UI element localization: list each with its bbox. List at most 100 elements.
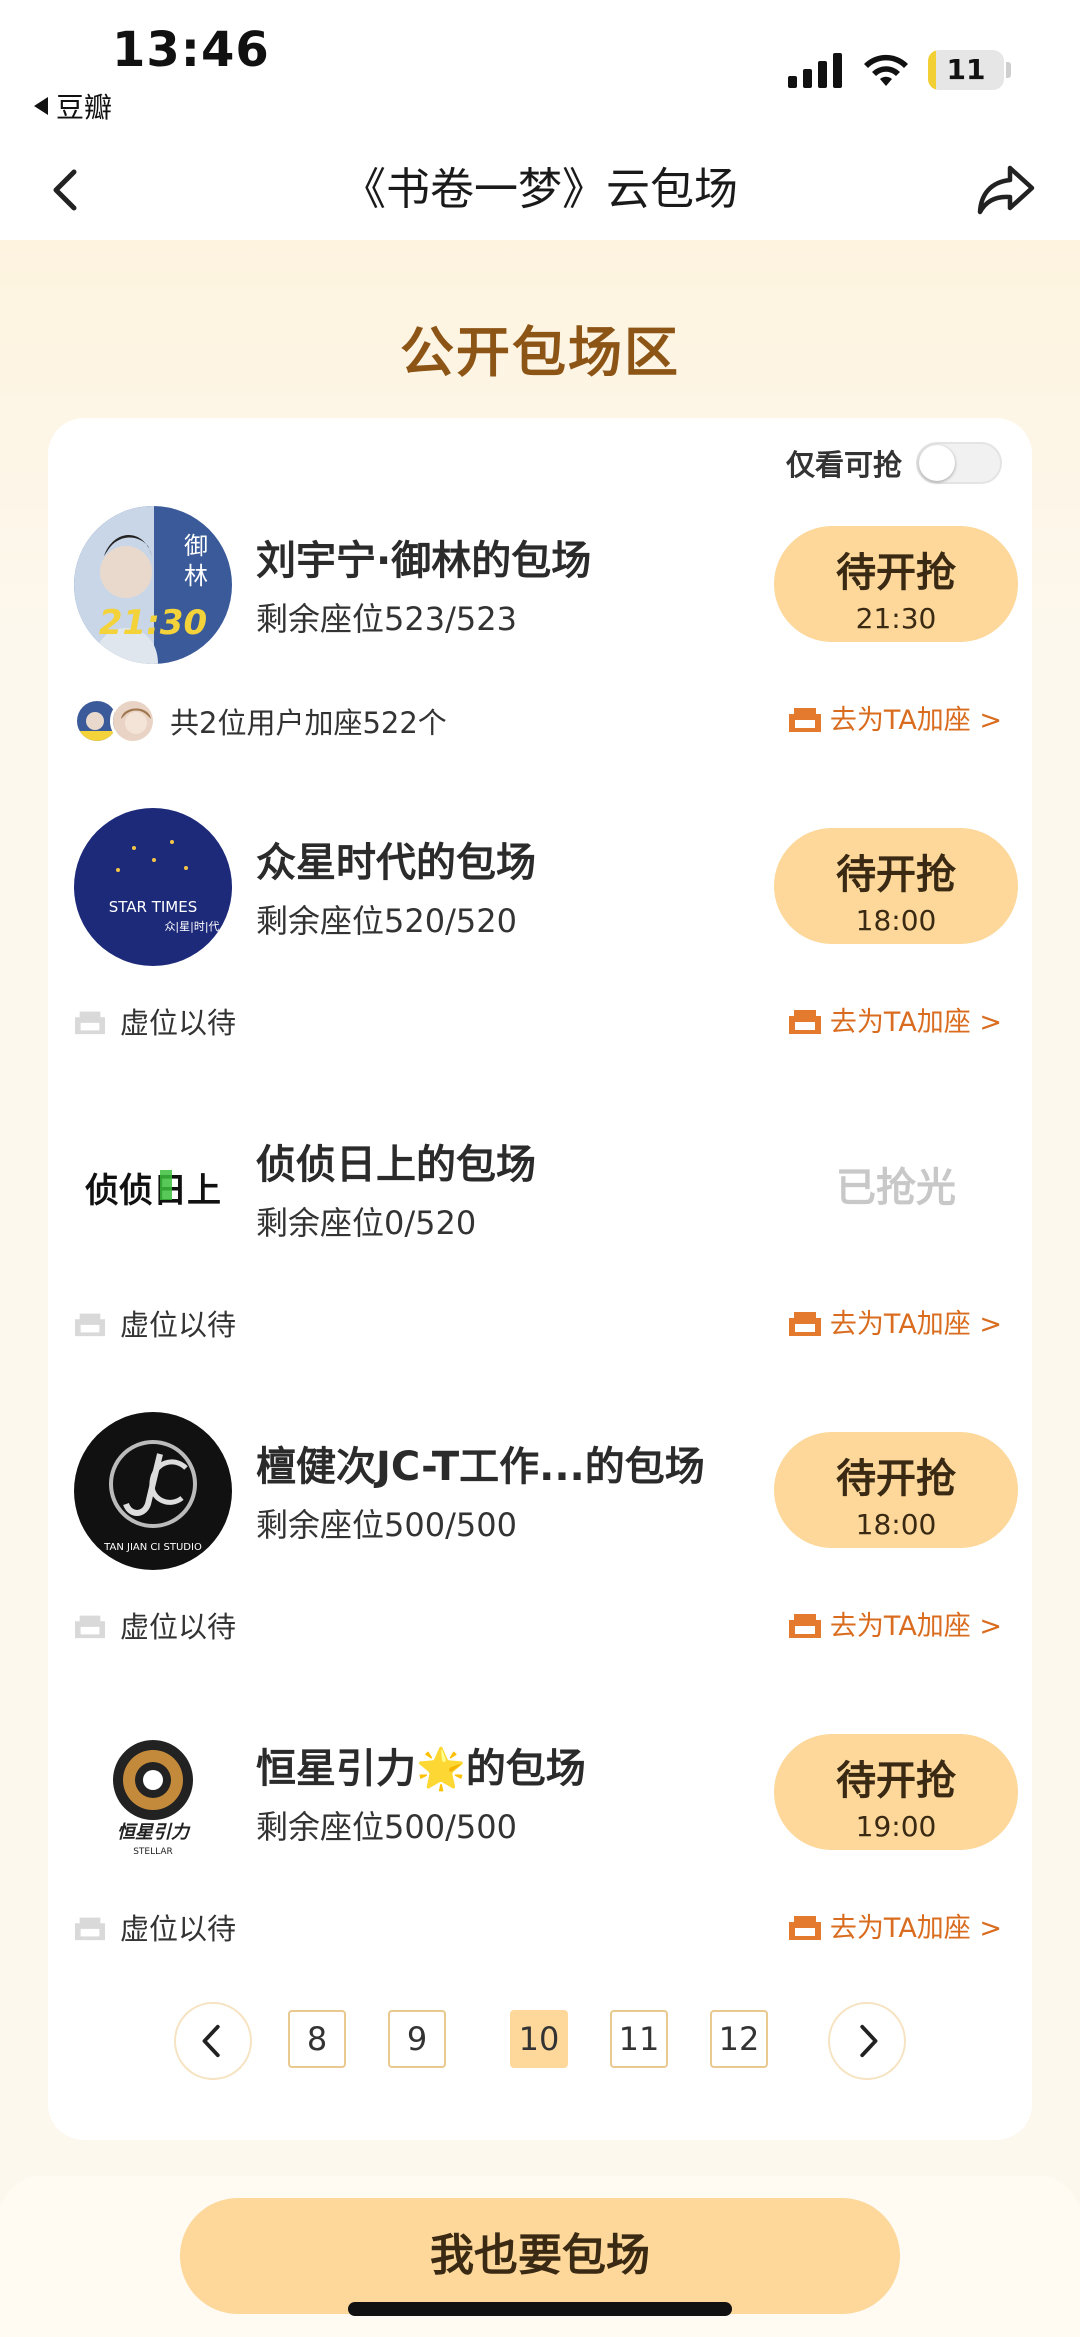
battery-icon: 11 [928,50,1004,90]
waiting-text: 虚位以待 [120,1006,237,1040]
waiting-info: 虚位以待 [74,1906,236,1948]
grab-button[interactable]: 待开抢 18:00 [774,1432,1018,1548]
seat-icon [75,1615,105,1639]
grab-button[interactable]: 待开抢 19:00 [774,1734,1018,1850]
grab-time: 18:00 [855,1508,937,1541]
add-seat-link[interactable]: 去为TA加座 > [788,1906,1002,1945]
add-seat-link[interactable]: 去为TA加座 > [788,1302,1002,1341]
toggle-knob [919,445,955,481]
page-12[interactable]: 12 [710,2010,768,2068]
seat-icon [75,1313,105,1337]
waiting-info: 虚位以待 [74,1302,236,1344]
item-name: 檀健次JC-T工作...的包场 [256,1444,705,1490]
add-seat-link[interactable]: 去为TA加座 > [788,1000,1002,1039]
nav-bar: 《书卷一梦》云包场 [0,140,1080,240]
filter-grabbable[interactable]: 仅看可抢 [786,442,1002,484]
filter-toggle[interactable] [916,442,1002,484]
waiting-info: 虚位以待 [74,1604,236,1646]
seat-icon [75,1011,105,1035]
add-seat-text: 去为TA加座 > [829,1007,1002,1038]
list-item[interactable]: 御 林 21:30 刘宇宁·御林的包场 剩余座位523/523 待开抢 21:3… [48,506,1032,806]
mini-avatar [110,698,156,744]
back-to-app[interactable]: 豆瓣 [34,86,112,126]
add-seat-text: 去为TA加座 > [829,1913,1002,1944]
seat-icon [788,1613,821,1638]
page-11[interactable]: 11 [610,2010,668,2068]
pagination: 8 9 10 11 12 [48,2000,1032,2080]
section-title: 公开包场区 [400,321,680,384]
grab-status: 待开抢 [836,1758,956,1804]
filter-label: 仅看可抢 [785,448,902,482]
item-name: 侦侦日上的包场 [256,1142,536,1188]
battery-level: 11 [946,53,986,86]
avatar-text: TAN JIAN CI STUDIO [103,1542,202,1553]
joined-users: 共2位用户加座522个 [74,698,447,744]
page-10[interactable]: 10 [510,2010,568,2068]
seat-icon [788,1311,821,1336]
page-title: 《书卷一梦》云包场 [342,164,738,215]
star-emoji-icon: 🌟 [416,1746,466,1792]
cellular-signal-icon [788,52,842,88]
item-seats: 剩余座位500/500 [256,1808,517,1846]
back-chevron-icon[interactable] [40,162,96,218]
item-name: 众星时代的包场 [256,840,536,886]
status-time: 13:46 [112,22,270,78]
grab-status: 待开抢 [836,550,956,596]
item-seats: 剩余座位500/500 [256,1506,517,1544]
avatar: STAR TIMES 众|星|时|代 [74,808,232,966]
home-indicator [348,2302,732,2316]
waiting-text: 虚位以待 [120,1610,237,1644]
avatar-text: 恒星引力 [117,1822,191,1843]
joined-text: 共2位用户加座522个 [170,706,447,740]
avatar-text: 林 [184,562,208,590]
list-item[interactable]: TAN JIAN CI STUDIO 檀健次JC-T工作...的包场 剩余座位5… [48,1412,1032,1712]
add-seat-text: 去为TA加座 > [829,705,1002,736]
avatar-text: 侦侦日上 [85,1171,221,1211]
battery-tip [1006,62,1011,78]
avatar: TAN JIAN CI STUDIO [74,1412,232,1570]
create-booking-button[interactable]: 我也要包场 [180,2198,900,2314]
add-seat-link[interactable]: 去为TA加座 > [788,698,1002,737]
item-seats: 剩余座位520/520 [256,902,517,940]
avatar-subtext: STELLAR [133,1847,173,1857]
avatar: 恒星引力 STELLAR [74,1714,232,1872]
item-seats: 剩余座位523/523 [256,600,517,638]
share-icon[interactable] [974,160,1038,220]
grab-button[interactable]: 待开抢 21:30 [774,526,1018,642]
seat-icon [788,1915,821,1940]
avatar-time: 21:30 [99,603,207,643]
seat-icon [75,1917,105,1941]
avatar-text: 御 [184,532,208,560]
page-8[interactable]: 8 [288,2010,346,2068]
avatar-subtext: 众|星|时|代 [164,920,219,933]
item-seats: 剩余座位0/520 [256,1204,477,1242]
wifi-icon [864,54,908,86]
avatar-text: STAR TIMES [109,898,198,916]
waiting-info: 虚位以待 [74,1000,236,1042]
grab-status: 待开抢 [836,852,956,898]
list-item[interactable]: 恒星引力 STELLAR 恒星引力🌟的包场 剩余座位500/500 待开抢 19… [48,1714,1032,2014]
item-name: 恒星引力🌟的包场 [256,1736,586,1794]
item-name-suffix: 的包场 [465,1746,586,1792]
back-app-label: 豆瓣 [56,91,113,124]
sold-out-label: 已抢光 [836,1165,956,1211]
seat-icon [788,707,821,732]
page-9[interactable]: 9 [388,2010,446,2068]
add-seat-text: 去为TA加座 > [829,1309,1002,1340]
waiting-text: 虚位以待 [120,1912,237,1946]
back-triangle-icon [34,97,48,115]
list-item[interactable]: STAR TIMES 众|星|时|代 众星时代的包场 剩余座位520/520 待… [48,808,1032,1108]
chevron-left-icon[interactable] [174,2002,252,2080]
item-name: 刘宇宁·御林的包场 [256,538,592,584]
add-seat-link[interactable]: 去为TA加座 > [788,1604,1002,1643]
status-bar: 13:46 豆瓣 11 [0,0,1080,140]
avatar: 御 林 21:30 [74,506,232,664]
grab-time: 18:00 [855,904,937,937]
grab-time: 21:30 [855,602,937,635]
grab-time: 19:00 [855,1810,937,1843]
add-seat-text: 去为TA加座 > [829,1611,1002,1642]
seat-icon [788,1009,821,1034]
chevron-right-icon[interactable] [828,2002,906,2080]
list-item[interactable]: 侦侦日上 侦侦日上的包场 剩余座位0/520 已抢光 虚位以待 去为TA加座 > [48,1110,1032,1410]
grab-button[interactable]: 待开抢 18:00 [774,828,1018,944]
